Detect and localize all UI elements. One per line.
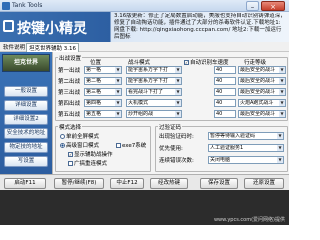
position-select-1[interactable]: 第一格 ▼ — [84, 66, 122, 74]
speed-input-2[interactable]: 40 — [214, 77, 236, 85]
level-header: 行走等级 — [244, 60, 267, 66]
captcha-service-select[interactable]: 人工验证服务1 ▼ — [208, 144, 284, 152]
settings-panel: 出战设置 位置 战斗模式 ✓ 自动识别车速度 行走等级 第一出战 第一格 ▼ 能宇宙… — [52, 52, 289, 174]
speed-input-3[interactable]: 40 — [214, 88, 236, 96]
position-select-2[interactable]: 第二格 ▼ — [84, 77, 122, 85]
captcha-error-select[interactable]: 关闭电脑 ▼ — [208, 156, 284, 164]
speed-input-1[interactable]: 40 — [214, 66, 236, 74]
position-select-5[interactable]: 第五格 ▼ — [84, 110, 122, 118]
menu-bar: 软件说明 坦克世界辅助 3.16 — [0, 42, 289, 53]
restore-button[interactable]: 还原设置 — [244, 178, 284, 189]
row-label-4: 第四出战 — [58, 101, 81, 107]
mode-select-1[interactable]: 能宇宙系方字下打 ▼ — [126, 66, 182, 74]
save-button[interactable]: 保存设置 — [200, 178, 238, 189]
captcha-group: 过验证码 出现验证码时: 暂停等待输入验证码 ▼ 优先使用: 人工验证服务1 ▼ 连… — [155, 123, 288, 172]
banner: 按键小精灵 3.16版更新：修正了定局数置启动能，美服也支持自动识别铸弹道深，修… — [0, 12, 289, 42]
mode-group-title: 模式选择 — [58, 123, 83, 131]
sidebar-safety-address[interactable]: 安全技术的地址 — [4, 128, 48, 139]
level-select-1[interactable]: 最后安全的战斗 ▼ — [238, 66, 286, 74]
mode-header: 战斗模式 — [128, 60, 151, 66]
level-select-3[interactable]: 最后安全的战斗 ▼ — [238, 88, 286, 96]
position-select-3[interactable]: 第三格 ▼ — [84, 88, 122, 96]
row-label-2: 第二出战 — [58, 79, 81, 85]
row-label-5: 第五出战 — [58, 112, 81, 118]
position-select-4[interactable]: 第四格 ▼ — [84, 99, 122, 107]
sidebar-fixed-address[interactable]: 物定技的地址 — [4, 142, 48, 153]
sidebar-write-settings[interactable]: 写设置 — [4, 156, 48, 167]
update-notice: 3.16版更新：修正了定局数置启动能，美服也支持自动识别铸弹道深，修复了自动掏话… — [114, 13, 286, 40]
sidebar-detail-settings-2[interactable]: 详细设置2 — [4, 114, 48, 125]
logo-text: 按键小精灵 — [17, 21, 87, 37]
reconnect-checkbox[interactable]: 广搞重连模式 — [68, 159, 107, 167]
auto-detect-checkbox[interactable]: ✓ 自动识别车速度 — [184, 58, 229, 66]
row-label-1: 第一出战 — [58, 68, 81, 74]
fullscreen-mode-radio[interactable]: 单前全屏模式 — [60, 132, 99, 140]
window-mode-radio[interactable]: 高级窗口模式 — [60, 141, 99, 149]
sidebar-detail-settings[interactable]: 详细设置 — [4, 100, 48, 111]
sidebar: 坦克世界 一般设置 详细设置 详细设置2 安全技术的地址 物定技的地址 写设置 — [0, 52, 52, 174]
status-text: www.ypcs.com(爱问网络)提供 — [213, 217, 285, 223]
battle-settings-title: 出战设置 — [58, 54, 83, 62]
mode-select-3[interactable]: 看完战斗下打了 ▼ — [126, 88, 182, 96]
speed-input-4[interactable]: 40 — [214, 99, 236, 107]
row-label-3: 第三出战 — [58, 90, 81, 96]
bottom-toolbar: 启动F11 暂停/继续(F8) 中止F12 经改热键 保存设置 还原设置 — [0, 174, 289, 190]
exe7-checkbox[interactable]: exe7系统 — [116, 141, 146, 149]
speed-input-5[interactable]: 40 — [214, 110, 236, 118]
captcha-label-1: 出现验证码时: — [159, 134, 194, 140]
close-button[interactable]: × — [261, 1, 285, 11]
pause-button[interactable]: 暂停/继续(F8) — [54, 178, 104, 189]
game-thumbnail: 坦克世界 — [2, 54, 50, 72]
menu-item-help[interactable]: 软件说明 — [1, 43, 27, 51]
mode-select-5[interactable]: 炒开组的战 ▼ — [126, 110, 182, 118]
show-assist-checkbox[interactable]: ✓ 显示辅助战操作 — [68, 150, 113, 158]
window-title: Tank Tools — [12, 2, 43, 9]
level-select-2[interactable]: 最后安全的战斗 ▼ — [238, 77, 286, 85]
level-select-4[interactable]: 火炮A跑式战斗 ▼ — [238, 99, 286, 107]
logo-icon — [3, 20, 14, 32]
captcha-group-title: 过验证码 — [158, 123, 183, 131]
battle-settings-group: 出战设置 位置 战斗模式 ✓ 自动识别车速度 行走等级 第一出战 第一格 ▼ 能宇宙… — [55, 54, 288, 121]
app-icon — [2, 2, 10, 10]
level-select-5[interactable]: 最后安全的战斗 ▼ — [238, 110, 286, 118]
captcha-action-select[interactable]: 暂停等待输入验证码 ▼ — [208, 132, 284, 140]
mode-group: 模式选择 单前全屏模式 高级窗口模式 exe7系统 ✓ 显示辅助战操作 广搞重连模… — [55, 123, 151, 172]
minimize-button[interactable]: – — [246, 1, 259, 11]
position-header: 位置 — [90, 60, 102, 66]
start-button[interactable]: 启动F11 — [4, 178, 46, 189]
sidebar-general-settings[interactable]: 一般设置 — [4, 86, 48, 97]
mode-select-4[interactable]: 灭机模式 ▼ — [126, 99, 182, 107]
title-bar: Tank Tools – × — [0, 0, 289, 12]
status-strip: www.ypcs.com(爱问网络)提供 — [0, 190, 289, 225]
captcha-label-2: 优先使用: — [159, 146, 183, 152]
captcha-label-3: 连续错误次数: — [159, 158, 194, 164]
hotkey-button[interactable]: 经改热键 — [150, 178, 188, 189]
mode-select-2[interactable]: 能宇宙系方字下打 ▼ — [126, 77, 182, 85]
stop-button[interactable]: 中止F12 — [110, 178, 144, 189]
